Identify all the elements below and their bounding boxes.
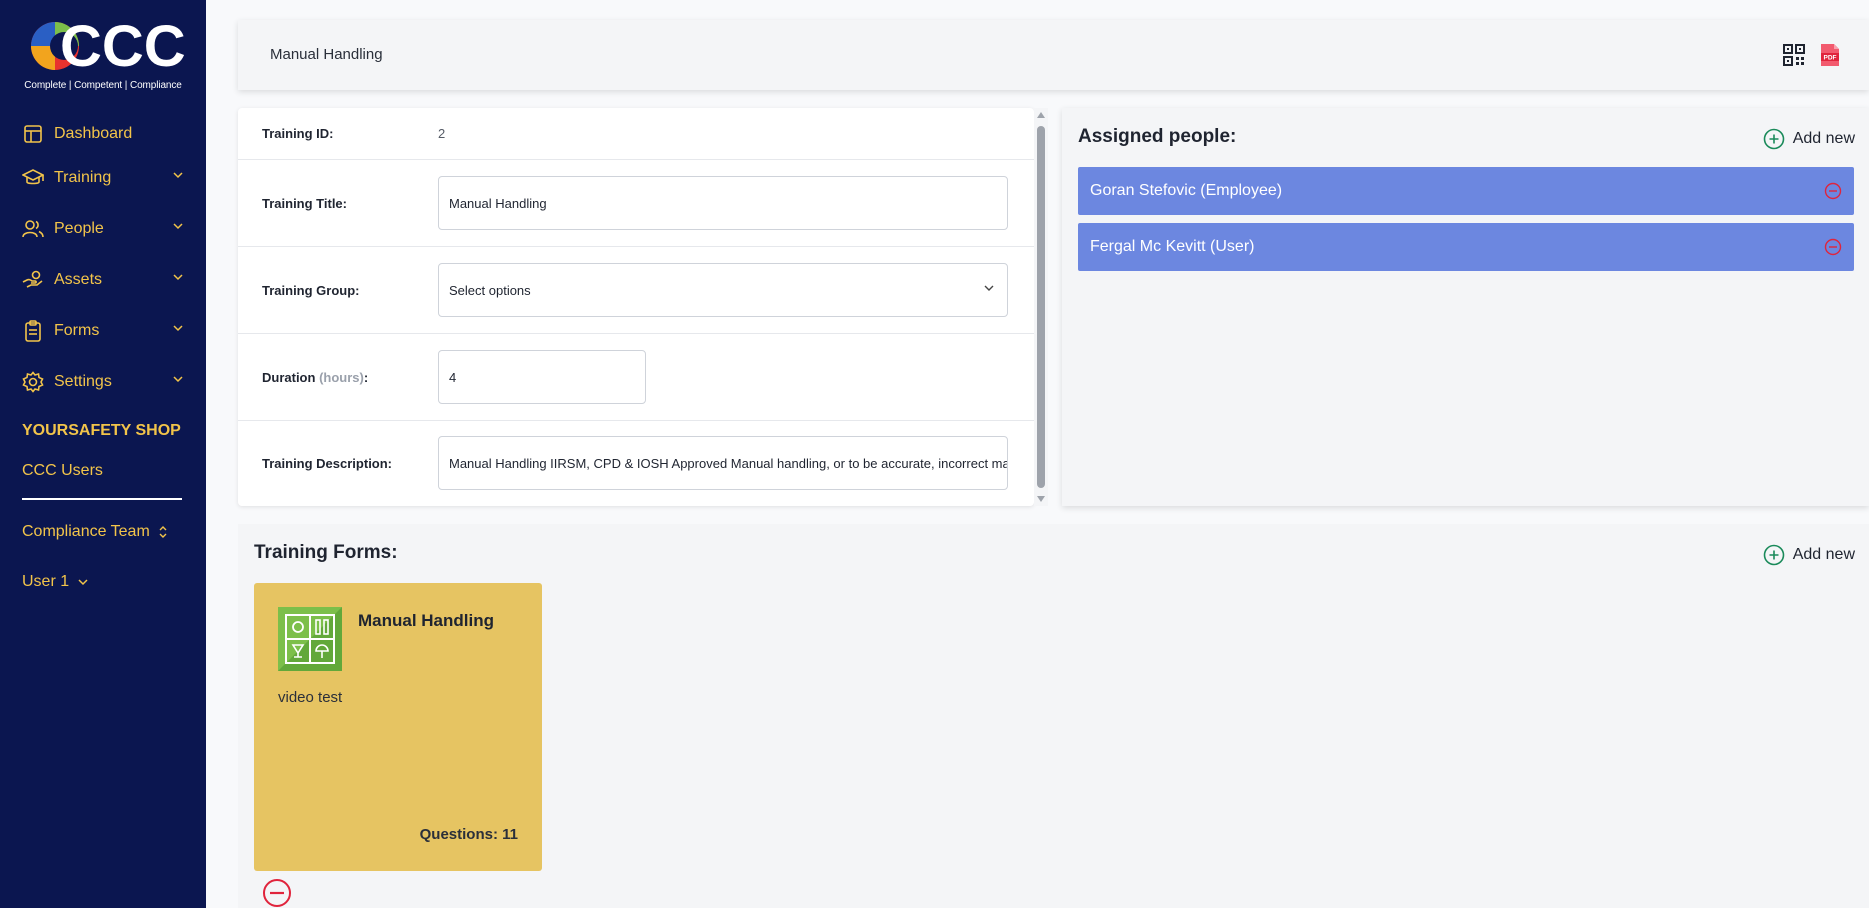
hand-coins-icon: [22, 269, 44, 291]
assigned-people-panel: Assigned people: Add new Goran Stefovic …: [1062, 108, 1869, 506]
add-person-label: Add new: [1792, 130, 1855, 147]
remove-form-icon[interactable]: [262, 878, 292, 908]
user-menu[interactable]: User 1: [22, 573, 89, 591]
team-label: Compliance Team: [22, 523, 150, 540]
person-name: Fergal Mc Kevitt (User): [1090, 238, 1255, 255]
sidebar-item-label: Forms: [54, 322, 100, 339]
sidebar-item-people[interactable]: People: [22, 213, 184, 245]
training-details-panel: Training ID: 2 Training Title: Manual Ha…: [238, 108, 1034, 506]
logo[interactable]: CCC Complete | Competent | Compliance: [20, 14, 186, 96]
training-forms-section: Training Forms: Add new Manual Handling …: [238, 524, 1869, 908]
description-input[interactable]: Manual Handling IIRSM, CPD & IOSH Approv…: [438, 436, 1008, 490]
clipboard-icon: [22, 320, 44, 342]
sidebar-item-label: People: [54, 220, 104, 237]
remove-person-icon[interactable]: [1824, 238, 1842, 256]
sidebar-item-forms[interactable]: Forms: [22, 315, 184, 347]
training-group-row: Training Group: Select options: [238, 247, 1034, 334]
details-scrollbar[interactable]: [1034, 108, 1048, 506]
form-card-description: video test: [278, 689, 343, 706]
sidebar-item-label: Settings: [54, 373, 112, 390]
page-header: Manual Handling PDF: [238, 20, 1869, 90]
pdf-icon[interactable]: PDF: [1819, 42, 1841, 68]
training-id-value: 2: [438, 126, 446, 141]
form-card[interactable]: Manual Handling video test Questions: 11: [254, 583, 542, 871]
sidebar-item-settings[interactable]: Settings: [22, 366, 184, 398]
add-form-label: Add new: [1792, 546, 1855, 563]
logo-mark: CCC: [31, 14, 186, 79]
graduation-cap-icon: [22, 167, 44, 189]
add-person-button[interactable]: Add new: [1763, 128, 1855, 150]
duration-input[interactable]: 4: [438, 350, 646, 404]
sidebar-item-label: Assets: [54, 271, 103, 288]
scroll-down-arrow[interactable]: [1037, 496, 1045, 502]
sidebar-item-assets[interactable]: Assets: [22, 264, 184, 296]
team-selector[interactable]: Compliance Team: [22, 523, 168, 541]
page-title: Manual Handling: [270, 46, 383, 63]
svg-text:PDF: PDF: [1824, 55, 1837, 62]
training-group-value: Select options: [449, 282, 531, 298]
qr-code-icon[interactable]: [1783, 44, 1805, 66]
chevron-down-icon: [173, 172, 183, 179]
duration-row: Duration (hours): 4: [238, 334, 1034, 421]
assigned-person-item[interactable]: Fergal Mc Kevitt (User): [1078, 223, 1854, 271]
scroll-thumb[interactable]: [1037, 126, 1045, 488]
sidebar-item-training[interactable]: Training: [22, 162, 184, 194]
description-label: Training Description:: [262, 456, 393, 471]
plus-circle-icon: [1763, 128, 1785, 150]
chevron-down-icon: [984, 285, 994, 291]
duration-label: Duration (hours):: [262, 370, 369, 385]
company-name: YOURSAFETY SHOP: [22, 422, 181, 439]
dashboard-icon: [22, 123, 44, 145]
training-group-label: Training Group:: [262, 283, 360, 298]
sidebar-item-label: Training: [54, 169, 112, 186]
plus-circle-icon: [1763, 544, 1785, 566]
logo-letters: CCC: [60, 14, 186, 78]
gear-icon: [22, 371, 44, 393]
assigned-people-title: Assigned people:: [1078, 126, 1237, 147]
description-row: Training Description: Manual Handling II…: [238, 421, 1034, 506]
chevron-up-down-icon: [159, 526, 167, 538]
training-forms-title: Training Forms:: [254, 542, 398, 563]
chevron-down-icon: [78, 579, 88, 586]
chevron-down-icon: [173, 223, 183, 230]
remove-person-icon[interactable]: [1824, 182, 1842, 200]
person-name: Goran Stefovic (Employee): [1090, 182, 1283, 199]
form-thumbnail-icon: [278, 607, 342, 671]
assigned-person-item[interactable]: Goran Stefovic (Employee): [1078, 167, 1854, 215]
sidebar-item-dashboard[interactable]: Dashboard: [22, 118, 184, 150]
scroll-up-arrow[interactable]: [1037, 112, 1045, 118]
training-group-select[interactable]: Select options: [438, 263, 1008, 317]
chevron-down-icon: [173, 274, 183, 281]
sidebar-divider: [22, 498, 182, 500]
user-label: User 1: [22, 573, 70, 590]
form-card-title: Manual Handling: [358, 611, 494, 630]
duration-unit: (hours): [319, 370, 364, 385]
ccc-users-link[interactable]: CCC Users: [22, 462, 103, 480]
sidebar: CCC Complete | Competent | Compliance Da…: [0, 0, 206, 908]
add-form-button[interactable]: Add new: [1763, 544, 1855, 566]
training-title-label: Training Title:: [262, 196, 347, 211]
people-icon: [22, 218, 44, 240]
training-id-label: Training ID:: [262, 126, 334, 141]
form-card-questions: Questions: 11: [419, 826, 518, 843]
training-title-input[interactable]: Manual Handling: [438, 176, 1008, 230]
training-id-row: Training ID: 2: [238, 108, 1034, 160]
training-title-row: Training Title: Manual Handling: [238, 160, 1034, 247]
chevron-down-icon: [173, 376, 183, 383]
sidebar-item-label: Dashboard: [54, 125, 133, 142]
logo-tagline: Complete | Competent | Compliance: [24, 80, 182, 91]
chevron-down-icon: [173, 325, 183, 332]
